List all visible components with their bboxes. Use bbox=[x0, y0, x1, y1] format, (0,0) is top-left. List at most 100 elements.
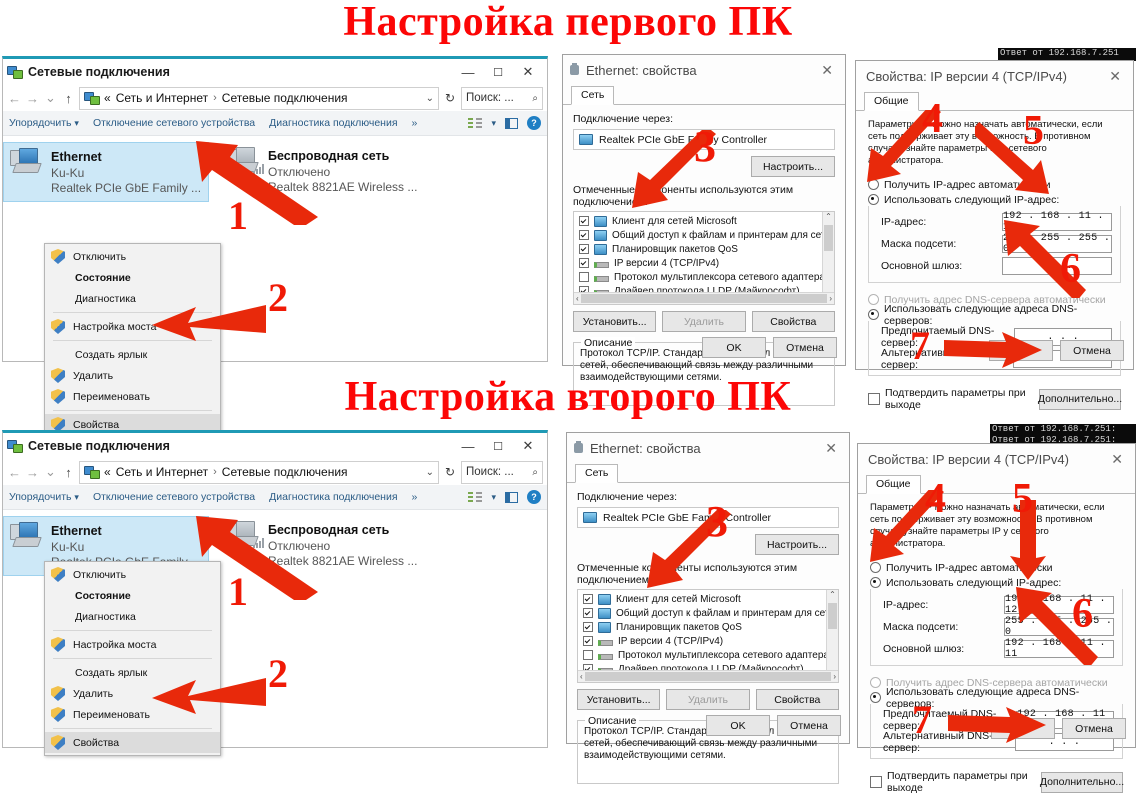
checkbox[interactable] bbox=[579, 230, 589, 240]
overflow-button[interactable]: » bbox=[412, 117, 418, 129]
scroll-up-icon[interactable]: ⌃ bbox=[829, 590, 836, 599]
search-input[interactable]: Поиск: ... ⌕ bbox=[461, 86, 543, 110]
list-item[interactable]: Протокол мультиплексора сетевого адаптер… bbox=[576, 270, 834, 284]
radio-icon[interactable] bbox=[868, 179, 879, 190]
context-menu-item-bridge[interactable]: Настройка моста bbox=[45, 316, 220, 337]
context-menu-item-create-shortcut[interactable]: Создать ярлык bbox=[45, 344, 220, 365]
view-options-icon[interactable] bbox=[468, 117, 483, 129]
horizontal-scrollbar[interactable]: ‹ › bbox=[578, 670, 838, 682]
close-button[interactable]: ✕ bbox=[513, 61, 543, 83]
cancel-button[interactable]: Отмена bbox=[777, 715, 841, 736]
scroll-right-icon[interactable]: › bbox=[833, 672, 836, 681]
cancel-button[interactable]: Отмена bbox=[1060, 340, 1124, 361]
cancel-button[interactable]: Отмена bbox=[1062, 718, 1126, 739]
tab-network[interactable]: Сеть bbox=[575, 464, 619, 483]
adapter-tile-wireless[interactable]: Беспроводная сеть Отключено Realtek 8821… bbox=[221, 516, 463, 576]
disable-device-button[interactable]: Отключение сетевого устройства bbox=[93, 491, 255, 503]
close-button[interactable]: ✕ bbox=[1111, 451, 1129, 468]
validate-settings-checkbox[interactable]: Подтвердить параметры при выходе bbox=[870, 770, 1041, 794]
radio-icon[interactable] bbox=[870, 562, 881, 573]
radio-auto-ip[interactable]: Получить IP-адрес автоматически bbox=[870, 560, 1123, 575]
ipv4-properties-dialog-2[interactable]: Свойства: IP версии 4 (TCP/IPv4) ✕ Общие… bbox=[857, 443, 1136, 794]
maximize-button[interactable]: ☐ bbox=[483, 435, 513, 457]
refresh-icon[interactable]: ↻ bbox=[442, 465, 458, 479]
radio-manual-ip[interactable]: Использовать следующий IP-адрес: bbox=[870, 575, 1123, 590]
cancel-button[interactable]: Отмена bbox=[773, 337, 837, 358]
radio-auto-ip[interactable]: Получить IP-адрес автоматически bbox=[868, 177, 1121, 192]
radio-manual-dns[interactable]: Использовать следующие адреса DNS-сервер… bbox=[870, 686, 1123, 710]
install-button[interactable]: Установить... bbox=[577, 689, 661, 710]
ethernet-properties-dialog-2[interactable]: Ethernet: свойства ✕ Сеть Подключение че… bbox=[566, 432, 850, 784]
ok-button[interactable]: OK bbox=[706, 715, 770, 736]
checkbox[interactable] bbox=[579, 258, 589, 268]
scroll-left-icon[interactable]: ‹ bbox=[580, 672, 583, 681]
minimize-button[interactable]: — bbox=[453, 61, 483, 83]
breadcrumb-item-2[interactable]: Сетевые подключения bbox=[222, 91, 348, 105]
radio-icon[interactable] bbox=[868, 194, 879, 205]
radio-icon[interactable] bbox=[870, 577, 881, 588]
radio-icon[interactable] bbox=[868, 294, 879, 305]
radio-manual-dns[interactable]: Использовать следующие адреса DNS-сервер… bbox=[868, 303, 1121, 327]
forward-icon[interactable]: → bbox=[25, 465, 40, 480]
ok-button[interactable]: OK bbox=[702, 337, 766, 358]
scroll-up-icon[interactable]: ⌃ bbox=[825, 212, 832, 221]
up-icon[interactable]: ↑ bbox=[61, 91, 76, 106]
organize-button[interactable]: Упорядочить ▾ bbox=[9, 117, 79, 129]
radio-icon[interactable] bbox=[870, 677, 881, 688]
context-menu-item-properties[interactable]: Свойства bbox=[45, 732, 220, 753]
components-list[interactable]: Клиент для сетей Microsoft Общий доступ … bbox=[573, 211, 835, 305]
context-menu-item-status[interactable]: Состояние bbox=[45, 267, 220, 288]
tab-network[interactable]: Сеть bbox=[571, 86, 615, 105]
install-button[interactable]: Установить... bbox=[573, 311, 657, 332]
context-menu-item-diagnose[interactable]: Диагностика bbox=[45, 606, 220, 627]
scroll-right-icon[interactable]: › bbox=[829, 294, 832, 303]
checkbox[interactable] bbox=[579, 216, 589, 226]
radio-manual-ip[interactable]: Использовать следующий IP-адрес: bbox=[868, 192, 1121, 207]
context-menu-item-status[interactable]: Состояние bbox=[45, 585, 220, 606]
chevron-down-icon[interactable]: ▾ bbox=[491, 492, 496, 503]
close-button[interactable]: ✕ bbox=[821, 62, 839, 79]
disable-device-button[interactable]: Отключение сетевого устройства bbox=[93, 117, 255, 129]
help-icon[interactable]: ? bbox=[527, 116, 541, 130]
properties-button[interactable]: Свойства bbox=[755, 689, 839, 710]
subnet-mask-input[interactable]: 255 . 255 . 255 . 0 bbox=[1004, 616, 1114, 638]
checkbox[interactable] bbox=[579, 272, 589, 282]
components-list[interactable]: Клиент для сетей Microsoft Общий доступ … bbox=[577, 589, 839, 683]
ip-address-input[interactable]: 192 . 168 . 11 . 11 bbox=[1002, 211, 1112, 233]
list-item-ipv4[interactable]: IP версии 4 (TCP/IPv4) bbox=[576, 256, 822, 270]
horizontal-scrollbar[interactable]: ‹ › bbox=[574, 292, 834, 304]
refresh-icon[interactable]: ↻ bbox=[442, 91, 458, 105]
up-icon[interactable]: ↑ bbox=[61, 465, 76, 480]
scroll-thumb[interactable] bbox=[580, 294, 828, 303]
list-item[interactable]: Общий доступ к файлам и принтерам для се… bbox=[580, 606, 838, 620]
ethernet-properties-dialog-1[interactable]: Ethernet: свойства ✕ Сеть Подключение че… bbox=[562, 54, 846, 406]
list-item-ipv4[interactable]: IP версии 4 (TCP/IPv4) bbox=[580, 634, 826, 648]
subnet-mask-input[interactable]: 255 . 255 . 255 . 0 bbox=[1002, 233, 1112, 255]
search-input[interactable]: Поиск: ... ⌕ bbox=[461, 460, 543, 484]
checkbox[interactable] bbox=[870, 776, 882, 788]
gateway-input[interactable]: . . . bbox=[1002, 257, 1112, 275]
ipv4-properties-dialog-1[interactable]: Свойства: IP версии 4 (TCP/IPv4) ✕ Общие… bbox=[855, 60, 1134, 411]
tab-general[interactable]: Общие bbox=[866, 475, 921, 494]
advanced-button[interactable]: Дополнительно... bbox=[1040, 771, 1124, 793]
vertical-scrollbar[interactable]: ⌃ ⌄ bbox=[826, 590, 838, 682]
breadcrumb-root[interactable]: « bbox=[104, 465, 111, 479]
breadcrumb[interactable]: « Сеть и Интернет › Сетевые подключения … bbox=[79, 86, 439, 110]
ip-address-input[interactable]: 192 . 168 . 11 . 12 bbox=[1004, 594, 1114, 616]
breadcrumb-item-2[interactable]: Сетевые подключения bbox=[222, 465, 348, 479]
properties-button[interactable]: Свойства bbox=[751, 311, 835, 332]
context-menu-item-disable[interactable]: Отключить bbox=[45, 564, 220, 585]
breadcrumb-item-1[interactable]: Сеть и Интернет bbox=[116, 465, 208, 479]
preview-pane-icon[interactable] bbox=[505, 491, 518, 503]
tab-general[interactable]: Общие bbox=[864, 92, 919, 111]
scroll-thumb[interactable] bbox=[828, 603, 837, 629]
list-item[interactable]: Клиент для сетей Microsoft bbox=[580, 592, 826, 606]
context-menu-item-diagnose[interactable]: Диагностика bbox=[45, 288, 220, 309]
diagnose-connection-button[interactable]: Диагностика подключения bbox=[269, 491, 397, 503]
preview-pane-icon[interactable] bbox=[505, 117, 518, 129]
checkbox[interactable] bbox=[583, 650, 593, 660]
checkbox[interactable] bbox=[583, 594, 593, 604]
list-item[interactable]: Планировщик пакетов QoS bbox=[576, 242, 822, 256]
overflow-button[interactable]: » bbox=[412, 491, 418, 503]
scroll-thumb[interactable] bbox=[584, 672, 832, 681]
